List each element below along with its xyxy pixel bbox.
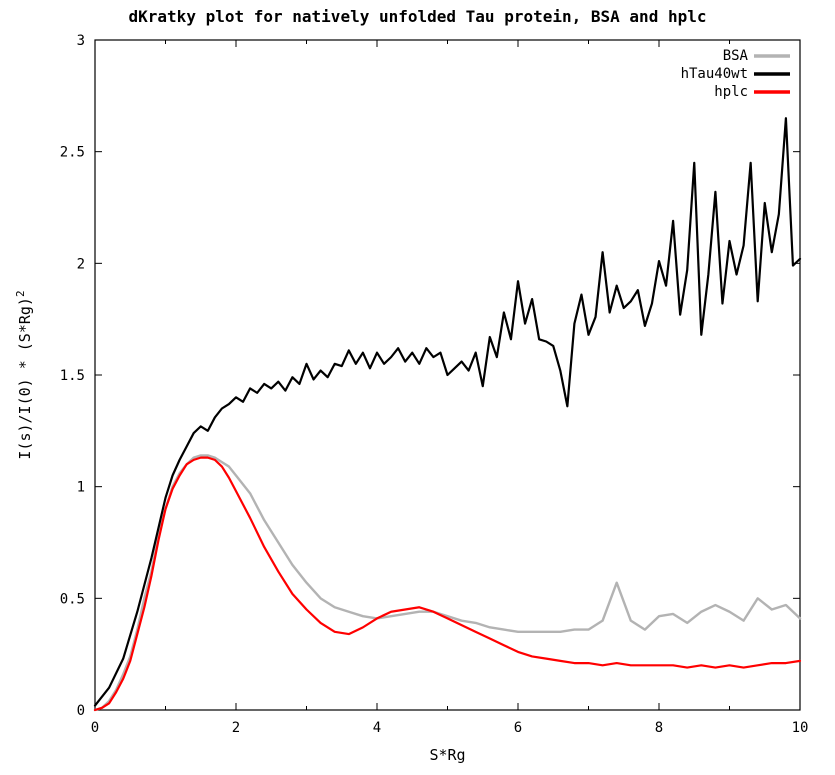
- y-tick-label: 1.5: [60, 368, 85, 384]
- y-tick-label: 3: [77, 33, 85, 49]
- chart-canvas: dKratky plot for natively unfolded Tau p…: [0, 0, 835, 775]
- legend-label: hplc: [714, 84, 748, 100]
- x-tick-label: 10: [792, 720, 809, 736]
- chart-title: dKratky plot for natively unfolded Tau p…: [129, 7, 707, 26]
- y-tick-label: 2.5: [60, 145, 85, 161]
- x-tick-label: 0: [91, 720, 99, 736]
- x-tick-label: 4: [373, 720, 381, 736]
- series-hplc: [95, 458, 800, 710]
- legend-label: hTau40wt: [681, 66, 748, 82]
- y-tick-label: 2: [77, 256, 85, 272]
- y-tick-label: 1: [77, 480, 85, 496]
- x-tick-label: 8: [655, 720, 663, 736]
- series-bsa: [95, 455, 800, 710]
- x-tick-label: 6: [514, 720, 522, 736]
- y-tick-label: 0: [77, 703, 85, 719]
- x-tick-label: 2: [232, 720, 240, 736]
- y-tick-label: 0.5: [60, 591, 85, 607]
- legend-label: BSA: [723, 48, 749, 64]
- kratky-chart: dKratky plot for natively unfolded Tau p…: [0, 0, 835, 775]
- y-axis-label: I(s)/I(0) * (S*Rg)2: [14, 290, 35, 459]
- x-axis-label: S*Rg: [429, 746, 465, 764]
